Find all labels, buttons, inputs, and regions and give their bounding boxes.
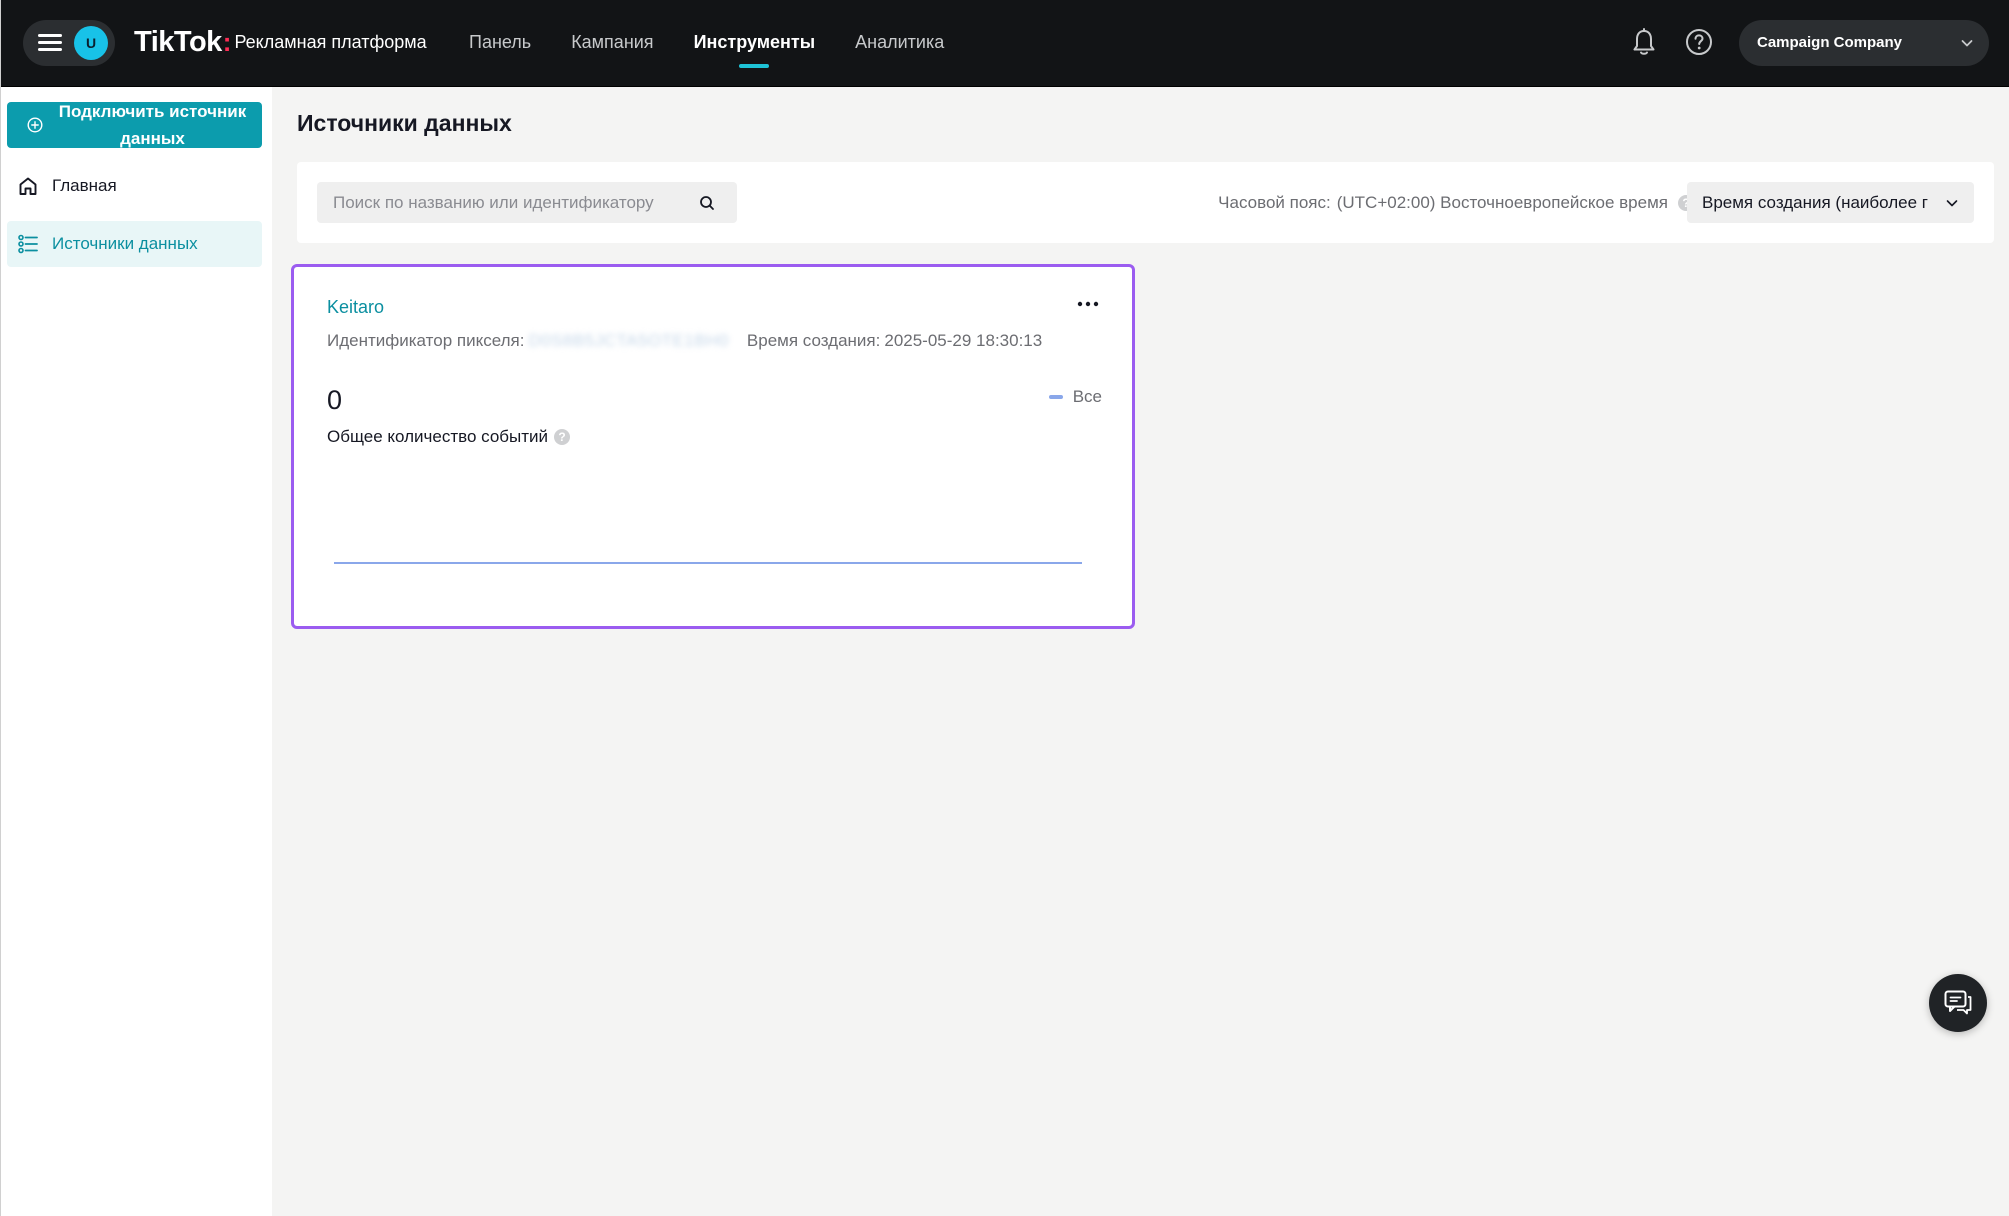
tiktok-logo: TikTok <box>134 25 222 58</box>
home-icon <box>19 177 37 195</box>
list-icon <box>18 234 38 254</box>
search-icon[interactable] <box>699 195 715 211</box>
total-events-value: 0 <box>327 385 343 415</box>
account-name: Campaign Company <box>1757 34 1903 51</box>
top-navigation-bar: U TikTok : Рекламная платформа Панель Ка… <box>1 0 2009 87</box>
search-input[interactable] <box>317 182 677 223</box>
timezone-label: Часовой пояс: <box>1218 193 1331 212</box>
nav-item-campaign[interactable]: Кампания <box>571 0 653 84</box>
chart-legend: Все <box>1048 387 1102 407</box>
sidebar-item-label: Источники данных <box>52 234 198 253</box>
avatar[interactable]: U <box>74 26 108 60</box>
more-options-icon[interactable] <box>1076 300 1100 308</box>
sidebar-item-label: Главная <box>52 176 117 195</box>
filter-bar: Часовой пояс: (UTC+02:00) Восточноевропе… <box>297 162 1994 243</box>
created-time-value: 2025-05-29 18:30:13 <box>884 331 1043 350</box>
brand-subtitle: Рекламная платформа <box>234 31 427 52</box>
page-title: Источники данных <box>297 110 512 136</box>
chat-icon <box>1944 990 1972 1015</box>
app-window: U TikTok : Рекламная платформа Панель Ка… <box>0 0 2009 1216</box>
total-events-label-row: Общее количество событий ? <box>327 427 571 447</box>
plus-circle-icon <box>27 117 43 133</box>
nav-item-panel[interactable]: Панель <box>469 0 531 84</box>
account-switcher[interactable]: Campaign Company <box>1739 20 1989 66</box>
data-source-name-link[interactable]: Keitaro <box>327 297 384 318</box>
tiktok-logo-colon: : <box>222 26 232 57</box>
pixel-id-label: Идентификатор пикселя: <box>327 331 525 350</box>
sort-value: Время создания (наиболее г <box>1702 193 1928 212</box>
chevron-down-icon <box>1946 200 1958 207</box>
legend-swatch <box>1048 395 1063 399</box>
main-nav: Панель Кампания Инструменты Аналитика <box>469 0 984 84</box>
connect-data-source-label: Подключить источник данных <box>58 102 247 148</box>
menu-toggle[interactable]: U <box>23 20 115 66</box>
help-icon[interactable]: ? <box>554 429 571 445</box>
nav-item-analytics[interactable]: Аналитика <box>855 0 944 84</box>
total-events-label: Общее количество событий <box>327 427 549 446</box>
created-time-label: Время создания: <box>746 331 881 350</box>
brand-logo[interactable]: TikTok : Рекламная платформа <box>134 24 427 60</box>
connect-data-source-button[interactable]: Подключить источник данных <box>7 102 262 148</box>
sidebar-item-data-sources[interactable]: Источники данных <box>7 221 262 267</box>
hamburger-menu-icon[interactable] <box>38 34 62 52</box>
card-meta: Идентификатор пикселя: D0S8B5JCTA5OTE1BH… <box>327 331 1042 351</box>
help-circle-icon[interactable] <box>1683 26 1715 58</box>
events-chart <box>334 562 1082 564</box>
pixel-id-value: D0S8B5JCTA5OTE1BH0 <box>528 331 729 350</box>
legend-label: Все <box>1072 387 1102 406</box>
chevron-down-icon <box>1961 40 1973 47</box>
timezone-value: (UTC+02:00) Восточноевропейское время <box>1336 193 1668 212</box>
bell-icon[interactable] <box>1628 26 1660 58</box>
chat-support-button[interactable] <box>1929 974 1987 1032</box>
timezone-info: Часовой пояс: (UTC+02:00) Восточноевропе… <box>1218 182 1694 223</box>
search-box[interactable] <box>317 182 737 223</box>
nav-item-tools[interactable]: Инструменты <box>694 0 815 84</box>
sidebar-item-home[interactable]: Главная <box>7 163 262 209</box>
sidebar: Подключить источник данных Главная Источ… <box>1 87 272 1216</box>
data-source-card[interactable]: Keitaro Идентификатор пикселя: D0S8B5JCT… <box>291 264 1135 629</box>
sort-select[interactable]: Время создания (наиболее г <box>1687 182 1974 223</box>
